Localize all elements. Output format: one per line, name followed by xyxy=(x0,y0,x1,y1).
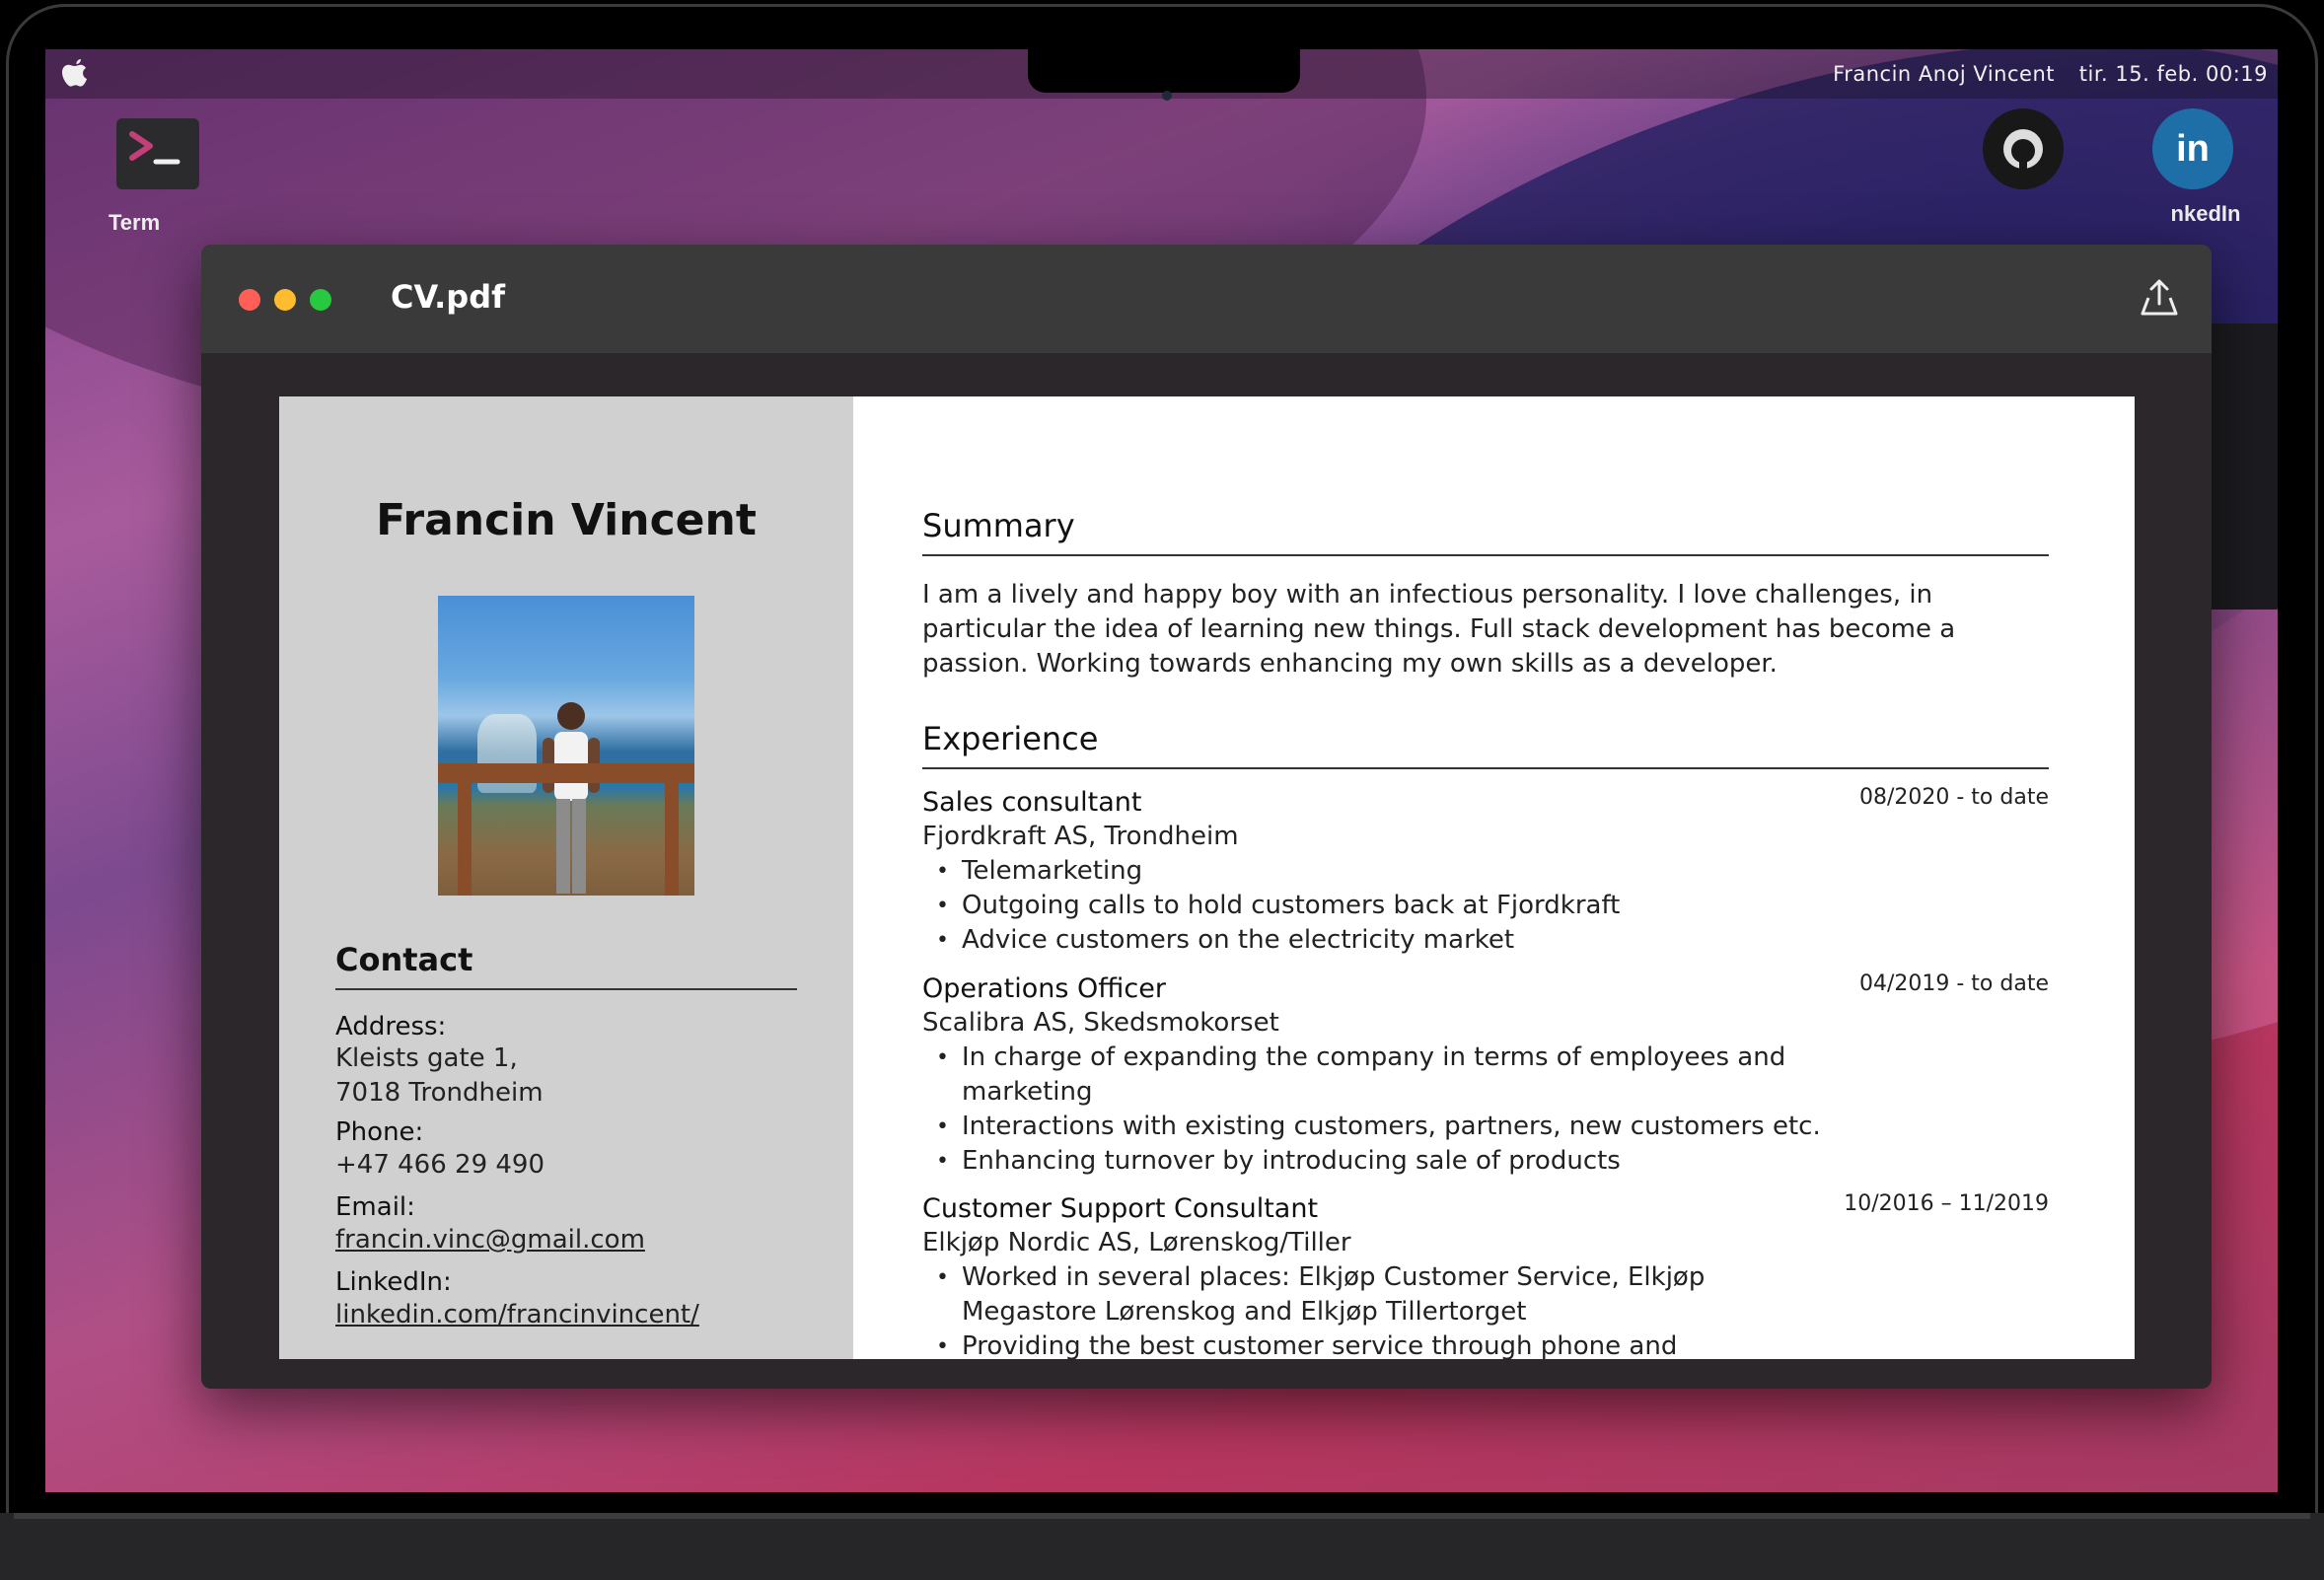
job-duties: Worked in several places: Elkjøp Custome… xyxy=(922,1260,1830,1359)
phone-value: +47 466 29 490 xyxy=(335,1150,545,1180)
photo-person xyxy=(543,702,600,894)
email-label: Email: xyxy=(335,1192,415,1222)
cv-main: Summary I am a lively and happy boy with… xyxy=(922,396,2049,1359)
linkedin-icon: in xyxy=(2176,128,2210,170)
address-line-2: 7018 Trondheim xyxy=(335,1078,544,1108)
photo-railing xyxy=(438,763,694,783)
window-titlebar[interactable]: CV.pdf xyxy=(201,245,2212,353)
job-duty: Telemarketing xyxy=(936,854,2049,889)
address-label: Address: xyxy=(335,1012,447,1041)
pdf-viewer-window: CV.pdf Francin Vincent Contact Address: … xyxy=(201,245,2212,1389)
camera-dot xyxy=(1162,91,1172,101)
job-date: 10/2016 – 11/2019 xyxy=(1844,1191,2049,1216)
job-entry: Sales consultant 08/2020 - to date Fjord… xyxy=(922,785,2049,958)
summary-heading: Summary xyxy=(922,507,2049,556)
phone-label: Phone: xyxy=(335,1117,424,1147)
camera-notch xyxy=(1028,49,1300,93)
menu-user-name[interactable]: Francin Anoj Vincent xyxy=(1833,62,2055,86)
job-duty: Worked in several places: Elkjøp Custome… xyxy=(936,1260,1830,1329)
window-close-button[interactable] xyxy=(239,289,260,311)
github-icon xyxy=(2003,129,2043,170)
apple-icon[interactable] xyxy=(59,57,91,91)
linkedin-app-icon[interactable]: in xyxy=(2152,108,2233,189)
photo-railing-post xyxy=(665,763,679,896)
terminal-app-label: Term xyxy=(109,210,161,235)
job-date: 04/2019 - to date xyxy=(1858,971,2049,996)
experience-heading: Experience xyxy=(922,720,2049,769)
laptop-base xyxy=(0,1513,2324,1580)
job-duty: Advice customers on the electricity mark… xyxy=(936,923,2049,958)
job-duties: Telemarketing Outgoing calls to hold cus… xyxy=(922,854,2049,958)
photo-railing-post xyxy=(458,763,472,896)
menu-bar: Francin Anoj Vincent tir. 15. feb. 00:19 xyxy=(45,49,2278,101)
terminal-icon xyxy=(129,131,181,165)
github-app-icon[interactable] xyxy=(1983,108,2064,189)
linkedin-link[interactable]: linkedin.com/francinvincent/ xyxy=(335,1298,699,1332)
desktop-screen: Francin Anoj Vincent tir. 15. feb. 00:19… xyxy=(45,49,2278,1492)
job-duty: Interactions with existing customers, pa… xyxy=(936,1110,1830,1144)
email-link[interactable]: francin.vinc@gmail.com xyxy=(335,1223,645,1257)
job-duty: Providing the best customer service thro… xyxy=(936,1329,1830,1359)
cv-name: Francin Vincent xyxy=(376,495,757,545)
job-entry: Customer Support Consultant 10/2016 – 11… xyxy=(922,1191,2049,1359)
summary-text: I am a lively and happy boy with an infe… xyxy=(922,580,1956,679)
job-duty: In charge of expanding the company in te… xyxy=(936,1041,1830,1110)
pdf-document[interactable]: Francin Vincent Contact Address: Kleists… xyxy=(279,396,2135,1359)
job-duty: Outgoing calls to hold customers back at… xyxy=(936,889,2049,923)
cv-sidebar: Francin Vincent Contact Address: Kleists… xyxy=(279,396,853,1359)
window-title: CV.pdf xyxy=(391,278,506,316)
linkedin-app-label: nkedIn xyxy=(2170,201,2241,226)
linkedin-label: LinkedIn: xyxy=(335,1267,452,1297)
profile-photo xyxy=(438,596,694,896)
job-date: 08/2020 - to date xyxy=(1858,785,2049,810)
window-maximize-button[interactable] xyxy=(310,289,331,311)
laptop-frame: Francin Anoj Vincent tir. 15. feb. 00:19… xyxy=(0,0,2324,1580)
job-entry: Operations Officer 04/2019 - to date Sca… xyxy=(922,971,2049,1179)
laptop-base-lip xyxy=(14,1513,2310,1519)
job-duty: Enhancing turnover by introducing sale o… xyxy=(936,1144,1830,1179)
terminal-app-icon[interactable] xyxy=(116,118,199,189)
job-company: Scalibra AS, Skedsmokorset xyxy=(922,1008,1279,1038)
job-company: Elkjøp Nordic AS, Lørenskog/Tiller xyxy=(922,1228,1351,1257)
job-company: Fjordkraft AS, Trondheim xyxy=(922,822,1239,851)
share-icon[interactable] xyxy=(2137,276,2182,322)
window-minimize-button[interactable] xyxy=(274,289,296,311)
menu-clock[interactable]: tir. 15. feb. 00:19 xyxy=(2079,62,2268,86)
address-line-1: Kleists gate 1, xyxy=(335,1043,518,1073)
contact-heading: Contact xyxy=(335,941,797,990)
job-duties: In charge of expanding the company in te… xyxy=(922,1041,1830,1179)
